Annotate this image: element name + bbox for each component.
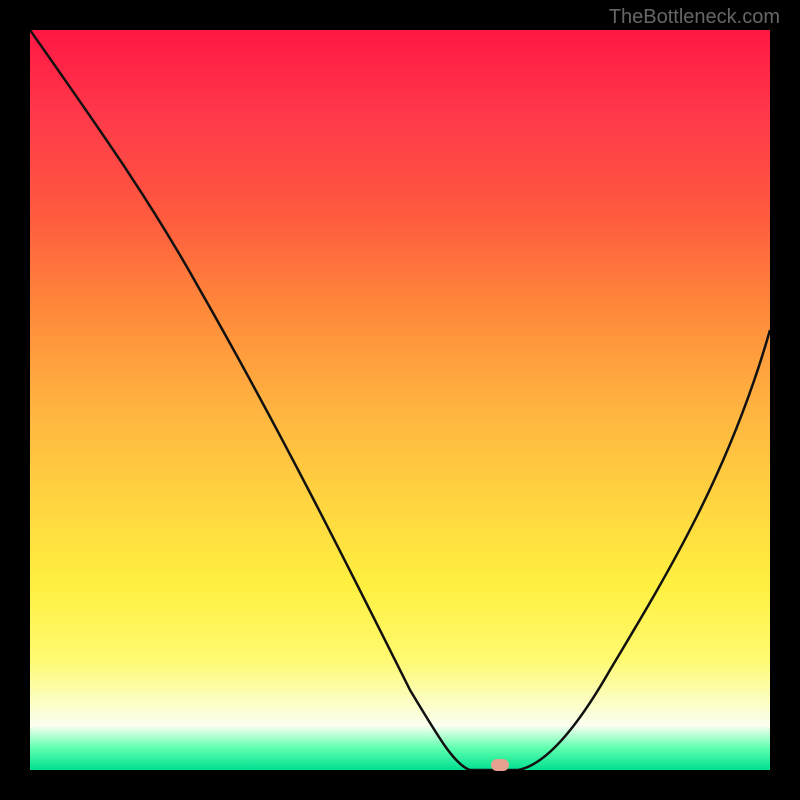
optimal-marker (491, 759, 509, 771)
bottleneck-curve (30, 30, 770, 770)
curve-path (30, 30, 770, 770)
plot-area (30, 30, 770, 770)
watermark-text: TheBottleneck.com (609, 6, 780, 29)
